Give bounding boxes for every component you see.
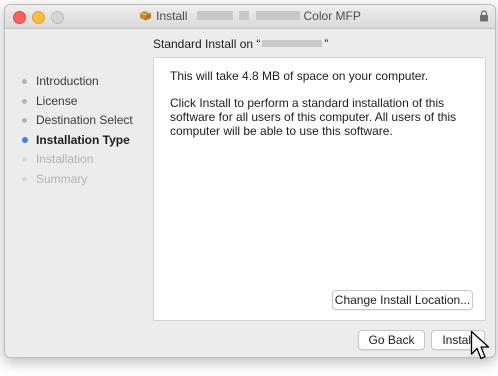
subtitle-prefix: Standard Install on “ xyxy=(153,37,261,51)
window-title-suffix: Color MFP xyxy=(303,9,361,23)
active-step-bullet-icon xyxy=(21,136,28,143)
lock-icon xyxy=(480,10,488,22)
installer-steps-sidebar: Introduction License Destination Select … xyxy=(19,72,149,189)
package-icon xyxy=(139,10,152,24)
step-label: Summary xyxy=(36,171,88,186)
step-bullet-icon xyxy=(22,79,27,84)
step-label: Destination Select xyxy=(36,113,133,127)
step-bullet-icon xyxy=(22,118,27,123)
step-label: License xyxy=(36,93,78,108)
subtitle-suffix: ” xyxy=(324,37,329,51)
change-install-location-button[interactable]: Change Install Location... xyxy=(332,290,473,310)
step-license: License xyxy=(19,92,149,112)
step-introduction: Introduction xyxy=(19,72,149,92)
step-label: Introduction xyxy=(36,74,99,88)
step-label: Installation Type xyxy=(36,132,130,147)
window-title: Install Color MFP xyxy=(5,9,495,24)
install-description-text: Click Install to perform a standard inst… xyxy=(170,96,457,138)
space-required-text: This will take 4.8 MB of space on your c… xyxy=(170,69,429,83)
install-destination-subtitle: Standard Install on “ ” xyxy=(153,37,328,51)
go-back-button[interactable]: Go Back xyxy=(358,330,425,350)
title-bar: Install Color MFP xyxy=(5,5,495,29)
window-title-prefix: Install xyxy=(156,9,188,23)
step-destination-select: Destination Select xyxy=(19,111,149,131)
redacted-text xyxy=(239,11,250,20)
step-bullet-icon xyxy=(22,157,27,162)
redacted-disk-name xyxy=(262,40,323,47)
content-panel: This will take 4.8 MB of space on your c… xyxy=(153,57,486,321)
step-summary: Summary xyxy=(19,170,149,190)
step-label: Installation xyxy=(36,152,94,166)
redacted-text xyxy=(196,11,233,20)
step-installation: Installation xyxy=(19,150,149,170)
installer-window: Install Color MFP Standard Install on “ ”… xyxy=(4,4,496,358)
step-installation-type: Installation Type xyxy=(19,131,149,151)
step-bullet-icon xyxy=(22,176,27,182)
step-bullet-icon xyxy=(22,98,27,104)
redacted-text xyxy=(255,11,300,20)
mouse-pointer-icon xyxy=(470,330,490,360)
